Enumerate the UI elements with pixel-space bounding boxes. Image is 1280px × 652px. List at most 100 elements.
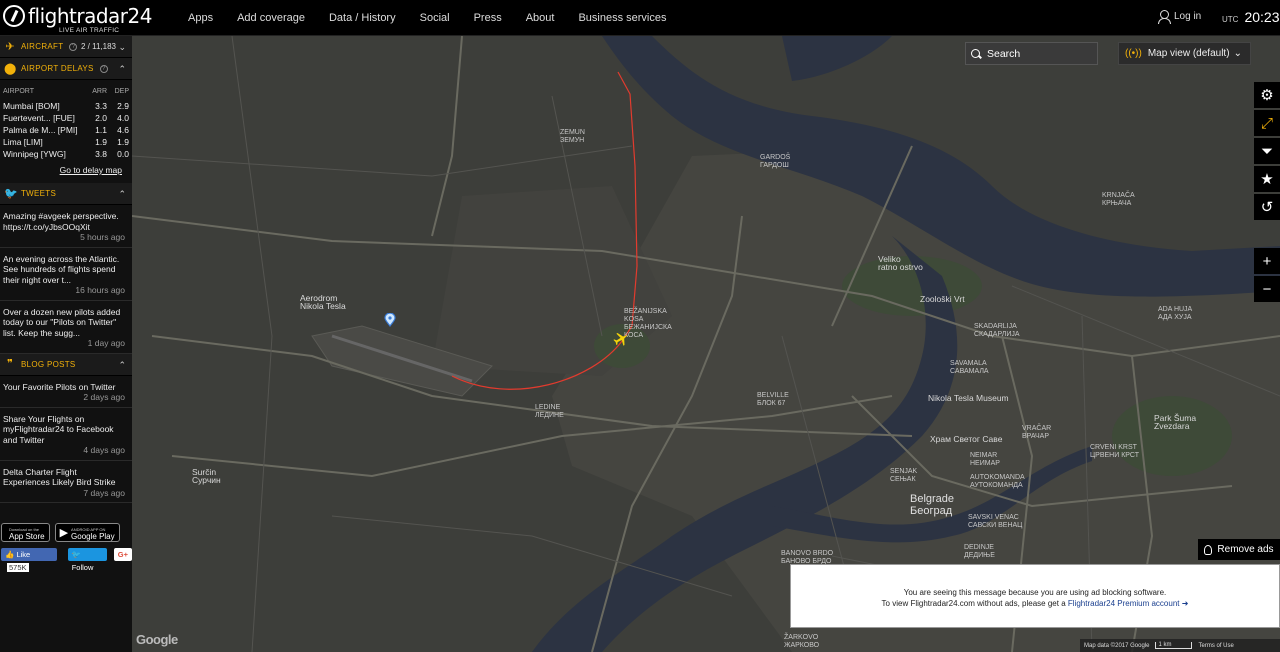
delay-arr: 2.0 xyxy=(95,113,107,123)
search-box[interactable] xyxy=(965,42,1098,65)
nav-business-services[interactable]: Business services xyxy=(566,0,678,36)
login-button[interactable]: Log in xyxy=(1158,10,1202,24)
tweet-time: 5 hours ago xyxy=(80,232,125,242)
nav-social[interactable]: Social xyxy=(408,0,462,36)
label-skadarlija: SKADARLIJA СКАДАРЛИЈА xyxy=(974,323,1020,338)
label-ledine: LEDINE ЛЕДИНЕ xyxy=(535,404,564,419)
label-autokomanda: AUTOKOMANDA АУТОКОМАНДА xyxy=(970,474,1025,489)
label-park-suma: Park Šuma Zvezdara xyxy=(1154,413,1197,431)
aircraft-icon[interactable] xyxy=(612,330,630,348)
label-neimar: NEIMAR НЕИМАР xyxy=(970,452,1000,467)
label-belville: BELVILLE БЛОК 67 xyxy=(757,392,789,407)
star-icon[interactable]: ★ xyxy=(1254,166,1280,192)
label-zarkovo: ŽARKOVO ЖАРКОВО xyxy=(784,634,820,649)
delay-airport: Fuertevent... [FUE] xyxy=(3,113,75,123)
delay-row[interactable]: Palma de M... [PMI] 1.1 4.6 xyxy=(3,124,129,136)
utc-clock: UTC 20:23 xyxy=(1222,9,1280,25)
twitter-bird-icon: 🐦 xyxy=(71,550,82,559)
delay-map-link[interactable]: Go to delay map xyxy=(3,160,129,183)
user-icon xyxy=(1158,10,1171,24)
google-plus-button[interactable]: G+ xyxy=(113,548,132,561)
location-pin-icon: ⬤ xyxy=(4,62,17,75)
delay-row[interactable]: Mumbai [BOM] 3.3 2.9 xyxy=(3,100,129,112)
blog-posts-title: BLOG POSTS xyxy=(21,359,76,369)
airport-pin-icon[interactable] xyxy=(384,313,396,327)
remove-ads-button[interactable]: Remove ads xyxy=(1198,539,1280,560)
adblock-line-2: To view Flightradar24.com without ads, p… xyxy=(791,598,1279,609)
lightbulb-icon xyxy=(1204,544,1213,555)
premium-account-link[interactable]: Flightradar24 Premium account xyxy=(1068,599,1180,608)
search-input[interactable] xyxy=(987,47,1087,60)
settings-gear-icon[interactable]: ⚙ xyxy=(1254,82,1280,108)
map-view-dropdown[interactable]: ((•)) Map view (default) ⌄ xyxy=(1118,42,1251,65)
aircraft-panel-header[interactable]: ✈ AIRCRAFT ? 2 / 11,183 ⌄ xyxy=(0,36,132,58)
facebook-like-button[interactable]: 👍 Like 575K xyxy=(1,548,57,572)
delay-arr: 3.3 xyxy=(95,101,107,111)
login-label: Log in xyxy=(1174,11,1202,22)
blog-text: Your Favorite Pilots on Twitter xyxy=(3,381,116,392)
expand-icon[interactable]: ⤢ xyxy=(1254,110,1280,136)
logo[interactable]: flightradar24 LIVE AIR TRAFFIC xyxy=(3,4,152,34)
delay-dep: 1.9 xyxy=(117,137,129,147)
twitter-follow-button[interactable]: 🐦 Follow xyxy=(67,548,107,572)
label-krnjaca: KRNJAČA КРЊАЧА xyxy=(1102,192,1135,207)
tweet-text: An evening across the Atlantic. See hund… xyxy=(3,253,120,285)
map-data-credit: Map data ©2017 Google xyxy=(1084,642,1150,649)
blog-time: 2 days ago xyxy=(83,392,125,402)
blog-item[interactable]: Delta Charter Flight Experiences Likely … xyxy=(0,461,132,503)
delay-arr: 3.8 xyxy=(95,149,107,159)
delay-row[interactable]: Fuertevent... [FUE] 2.0 4.0 xyxy=(3,112,129,124)
blog-item[interactable]: Your Favorite Pilots on Twitter 2 days a… xyxy=(0,376,132,408)
timezone-label: UTC xyxy=(1222,15,1239,24)
label-ada-huja: ADA HUJA АДА ХУЈА xyxy=(1158,306,1193,321)
blog-item[interactable]: Share Your Flights on myFlightradar24 to… xyxy=(0,408,132,461)
col-dep: DEP xyxy=(114,88,129,95)
twitter-bird-icon: 🐦 xyxy=(4,187,18,200)
info-icon[interactable]: ? xyxy=(99,64,108,73)
nav-data-history[interactable]: Data / History xyxy=(317,0,408,36)
tweet-time: 16 hours ago xyxy=(75,285,125,295)
zoom-out-icon[interactable]: − xyxy=(1254,276,1280,302)
filter-icon[interactable]: ⏷ xyxy=(1254,138,1280,164)
map-toolbar: ⚙ ⤢ ⏷ ★ ↺ xyxy=(1254,82,1280,222)
history-icon[interactable]: ↺ xyxy=(1254,194,1280,220)
map-canvas[interactable]: Aerodrom Nikola Tesla ZEMUN ЗЕМУН GARDOŠ ГА… xyxy=(132,36,1280,652)
chevron-down-icon[interactable]: ⌄ xyxy=(118,42,126,53)
tweets-panel-header[interactable]: 🐦 TWEETS ⌃ xyxy=(0,183,132,205)
label-zooloski: Zoološki Vrt xyxy=(920,294,965,304)
aircraft-title: AIRCRAFT xyxy=(21,42,64,51)
airport-delays-panel-header[interactable]: ⬤ AIRPORT DELAYS ? ⌃ xyxy=(0,58,132,80)
tweet-time: 1 day ago xyxy=(87,338,125,348)
tweet-item[interactable]: Amazing #avgeek perspective. https://t.c… xyxy=(0,205,132,248)
google-play-button[interactable]: ▶ ANDROID APP ON Google Play xyxy=(54,523,120,542)
tweet-item[interactable]: An evening across the Atlantic. See hund… xyxy=(0,248,132,301)
app-store-button[interactable]: Download on the App Store xyxy=(1,523,50,542)
appstore-big-text: App Store xyxy=(9,531,45,541)
nav-about[interactable]: About xyxy=(514,0,567,36)
nav-press[interactable]: Press xyxy=(462,0,514,36)
label-savamala: SAVAMALA САВАМАЛА xyxy=(950,360,989,375)
label-aerodrom: Aerodrom Nikola Tesla xyxy=(300,293,346,311)
nav-apps[interactable]: Apps xyxy=(176,0,225,36)
label-bezanijska: BEŽANIJSKA KOSA БЕЖАНИЈСКА КОСА xyxy=(624,308,672,339)
thumbs-up-icon: 👍 xyxy=(5,550,15,559)
chevron-up-icon[interactable]: ⌃ xyxy=(118,189,126,200)
terms-link[interactable]: Terms of Use xyxy=(1198,643,1233,649)
delay-row[interactable]: Winnipeg [YWG] 3.8 0.0 xyxy=(3,148,129,160)
delay-row[interactable]: Lima [LIM] 1.9 1.9 xyxy=(3,136,129,148)
brand-tagline: LIVE AIR TRAFFIC xyxy=(59,27,120,34)
blog-posts-panel-header[interactable]: ❞ BLOG POSTS ⌃ xyxy=(0,353,132,376)
info-icon[interactable]: ? xyxy=(69,42,78,51)
nav-add-coverage[interactable]: Add coverage xyxy=(225,0,317,36)
chevron-up-icon[interactable]: ⌃ xyxy=(118,64,126,75)
blog-time: 4 days ago xyxy=(83,445,125,455)
delay-table: AIRPORT ARR DEP Mumbai [BOM] 3.3 2.9 Fue… xyxy=(0,80,132,183)
chevron-up-icon[interactable]: ⌃ xyxy=(118,360,126,371)
zoom-in-icon[interactable]: + xyxy=(1254,248,1280,274)
quote-icon: ❞ xyxy=(7,358,13,370)
tweet-item[interactable]: Over a dozen new pilots added today to o… xyxy=(0,301,132,354)
airplane-icon: ✈ xyxy=(5,40,15,53)
delay-dep: 2.9 xyxy=(117,101,129,111)
label-crveni-krst: CRVENI KRST ЦРВЕНИ КРСТ xyxy=(1090,444,1139,459)
social-buttons: 👍 Like 575K 🐦 Follow G+ xyxy=(0,548,132,572)
